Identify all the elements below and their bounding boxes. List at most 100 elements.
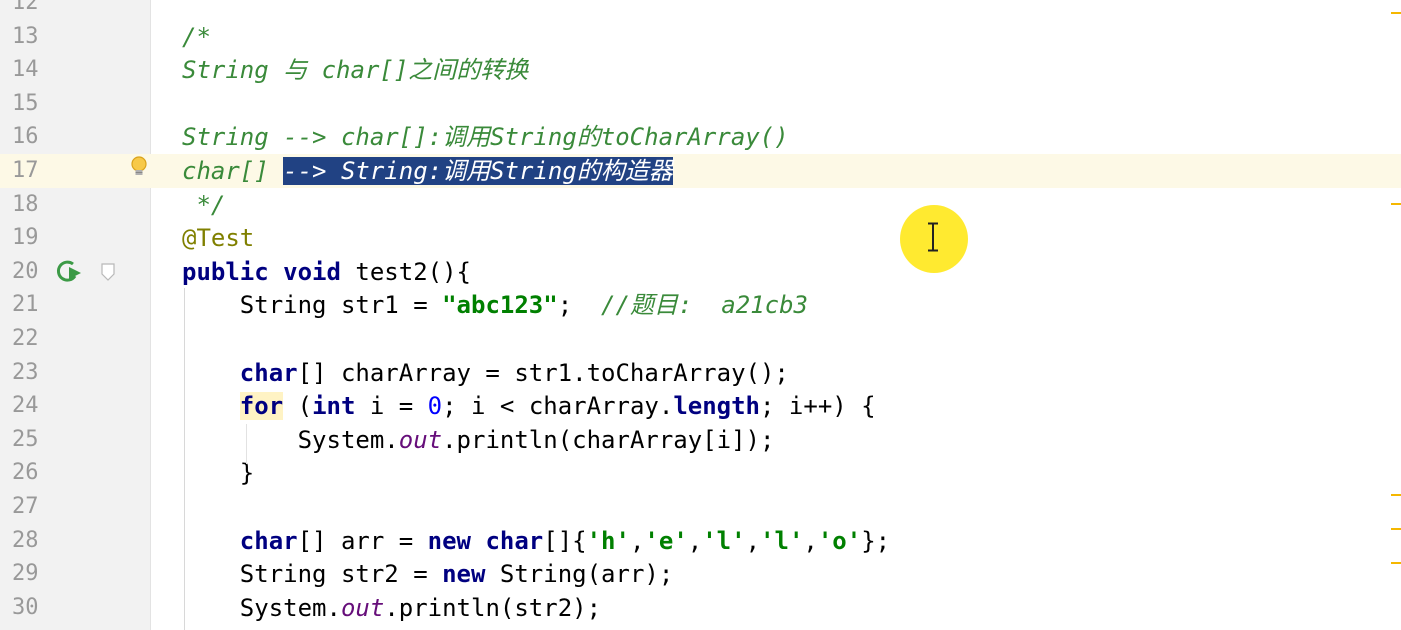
code-token: ( — [283, 392, 313, 421]
code-text[interactable]: public void test2(){ — [182, 255, 471, 289]
code-token: test2(){ — [340, 257, 471, 286]
code-token: char — [239, 358, 298, 387]
lightbulb-icon[interactable] — [129, 155, 149, 179]
error-stripe-marker[interactable] — [1391, 12, 1401, 14]
line-number[interactable]: 28 — [12, 524, 52, 558]
error-stripe-marker[interactable] — [1391, 562, 1401, 564]
code-line[interactable]: 22 — [0, 322, 1401, 356]
code-token: , — [803, 526, 818, 555]
code-token: ; i++) { — [760, 392, 876, 421]
line-number[interactable]: 20 — [12, 255, 52, 289]
code-text[interactable]: char[] --> String:调用String的构造器 — [182, 154, 673, 188]
line-number[interactable]: 25 — [12, 423, 52, 457]
code-line[interactable]: 28 char[] arr = new char[]{'h','e','l','… — [0, 524, 1401, 558]
code-line[interactable]: 21 String str1 = "abc123"; //题目: a21cb3 — [0, 288, 1401, 322]
code-token: System. — [182, 593, 341, 622]
line-number[interactable]: 29 — [12, 557, 52, 591]
code-line[interactable]: 23 char[] charArray = str1.toCharArray()… — [0, 356, 1401, 390]
code-token: String 与 char[]之间的转换 — [182, 56, 529, 85]
error-stripe-marker[interactable] — [1391, 203, 1401, 205]
code-token: /* — [182, 22, 211, 51]
code-text[interactable]: char[] arr = new char[]{'h','e','l','l',… — [182, 524, 890, 558]
code-token: [] arr = — [297, 526, 428, 555]
code-token: , — [687, 526, 703, 555]
error-stripe-marker[interactable] — [1391, 494, 1401, 496]
line-number[interactable]: 13 — [12, 20, 52, 54]
code-line[interactable]: 16 String --> char[]:调用String的toCharArray… — [0, 120, 1401, 154]
code-line[interactable]: 13 /* — [0, 20, 1401, 54]
code-line[interactable]: 29 String str2 = new String(arr); — [0, 557, 1401, 591]
code-token: , — [629, 526, 645, 555]
code-token: new — [427, 526, 471, 555]
line-number[interactable]: 24 — [12, 389, 52, 423]
code-token: @Test — [182, 224, 255, 253]
code-text[interactable]: } — [182, 456, 254, 490]
code-token: } — [182, 459, 255, 488]
code-token: ; — [557, 291, 602, 320]
code-text[interactable]: char[] charArray = str1.toCharArray(); — [182, 356, 789, 390]
code-line[interactable]: 14 String 与 char[]之间的转换 — [0, 53, 1401, 87]
code-token: String str2 = — [182, 560, 443, 589]
code-line[interactable]: 20 public void test2(){ — [0, 255, 1401, 289]
code-token: new — [442, 560, 486, 589]
code-line[interactable]: 18 */ — [0, 188, 1401, 222]
code-token: 0 — [427, 392, 443, 421]
line-number[interactable]: 30 — [12, 591, 52, 625]
code-token: for — [239, 392, 284, 421]
code-line[interactable]: 27 — [0, 490, 1401, 524]
code-text[interactable]: System.out.println(charArray[i]); — [182, 423, 775, 457]
line-number[interactable]: 12 — [12, 0, 52, 20]
code-token: out — [398, 425, 443, 454]
code-token: .println(str2); — [384, 593, 602, 622]
code-text[interactable]: /* — [182, 20, 211, 54]
code-text[interactable]: for (int i = 0; i < charArray.length; i+… — [182, 389, 876, 423]
line-number[interactable]: 22 — [12, 322, 52, 356]
code-line[interactable]: 25 System.out.println(charArray[i]); — [0, 423, 1401, 457]
code-text[interactable]: String 与 char[]之间的转换 — [182, 53, 528, 87]
code-token: //题目: a21cb3 — [601, 291, 808, 320]
run-test-icon[interactable] — [55, 258, 83, 284]
code-token: }; — [861, 526, 891, 555]
line-number[interactable]: 14 — [12, 53, 52, 87]
code-line[interactable]: 26 } — [0, 456, 1401, 490]
indent-guide-inner — [246, 424, 247, 464]
code-text[interactable]: */ — [182, 188, 225, 222]
line-number[interactable]: 16 — [12, 120, 52, 154]
code-token: --> String:调用String的构造器 — [283, 157, 673, 185]
code-line[interactable]: 17 char[] --> String:调用String的构造器 — [0, 154, 1401, 188]
code-text[interactable]: String --> char[]:调用String的toCharArray() — [182, 120, 789, 154]
code-line[interactable]: 30 System.out.println(str2); — [0, 591, 1401, 625]
line-number[interactable]: 17 — [12, 154, 52, 188]
code-token: .println(charArray[i]); — [442, 425, 775, 454]
code-line[interactable]: 24 for (int i = 0; i < charArray.length;… — [0, 389, 1401, 423]
indent-guide — [184, 288, 185, 630]
code-token: public — [182, 257, 269, 286]
line-number[interactable]: 26 — [12, 456, 52, 490]
code-line[interactable]: 19 @Test — [0, 221, 1401, 255]
line-number[interactable]: 19 — [12, 221, 52, 255]
code-token: length — [673, 392, 761, 421]
code-token: , — [745, 526, 761, 555]
code-text[interactable]: String str2 = new String(arr); — [182, 557, 674, 591]
code-text[interactable]: @Test — [182, 221, 254, 255]
code-line[interactable]: 15 — [0, 87, 1401, 121]
code-token: ; i < charArray. — [442, 392, 674, 421]
fold-icon[interactable] — [100, 262, 116, 282]
code-token: char[] — [182, 157, 284, 185]
code-token: []{ — [543, 526, 587, 555]
code-token: System. — [182, 425, 399, 454]
line-number[interactable]: 18 — [12, 188, 52, 222]
line-number[interactable]: 23 — [12, 356, 52, 390]
line-number[interactable]: 15 — [12, 87, 52, 121]
error-stripe-marker[interactable] — [1391, 528, 1401, 530]
code-line[interactable]: 12 — [0, 0, 1401, 20]
line-number[interactable]: 21 — [12, 288, 52, 322]
line-number[interactable]: 27 — [12, 490, 52, 524]
code-text[interactable]: String str1 = "abc123"; //题目: a21cb3 — [182, 288, 808, 322]
code-text[interactable]: System.out.println(str2); — [182, 591, 601, 625]
